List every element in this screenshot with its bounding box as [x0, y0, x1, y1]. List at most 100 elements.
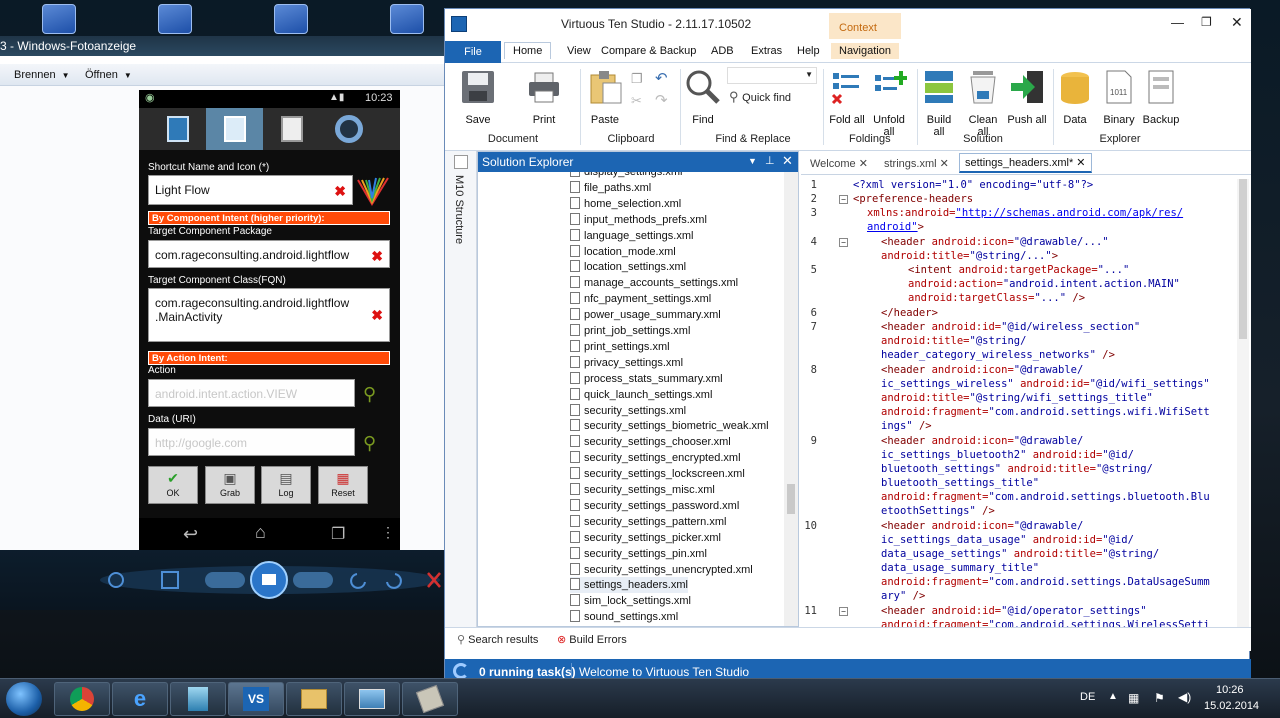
clock-date[interactable]: 15.02.2014: [1204, 700, 1259, 712]
list-item[interactable]: security_settings_biometric_weak.xml: [570, 418, 769, 434]
menu-burn[interactable]: Brennen ▼: [14, 69, 70, 81]
data-button[interactable]: Data: [1055, 69, 1095, 126]
package-input[interactable]: com.rageconsulting.android.lightflow ✖: [148, 240, 390, 268]
ok-button[interactable]: ✔ OK: [148, 466, 198, 504]
taskbar-tool[interactable]: [402, 682, 458, 716]
close-icon[interactable]: ✕: [859, 158, 868, 170]
grab-button[interactable]: ▣ Grab: [205, 466, 255, 504]
tab-settings[interactable]: [320, 108, 377, 150]
list-item[interactable]: language_settings.xml: [570, 228, 693, 244]
taskbar-chrome[interactable]: [54, 682, 110, 716]
search-icon[interactable]: ⚲: [363, 384, 376, 405]
desktop-shortcut-icon[interactable]: [274, 4, 308, 34]
scrollbar-thumb[interactable]: [787, 484, 795, 514]
paste-button[interactable]: Paste: [583, 69, 627, 126]
home-icon[interactable]: ⌂: [255, 522, 266, 543]
menu-open[interactable]: Öffnen ▼: [85, 69, 132, 81]
code-area[interactable]: 1 2 3 4 5 6 7 8 9 10 11 − − − <?xml vers…: [801, 179, 1241, 627]
save-button[interactable]: Save: [455, 69, 501, 126]
close-button[interactable]: ✕: [1231, 14, 1243, 31]
reset-button[interactable]: ▦ Reset: [318, 466, 368, 504]
list-item[interactable]: settings_headers.xml: [570, 577, 688, 594]
search-icon[interactable]: ⚲: [363, 433, 376, 454]
list-item[interactable]: security_settings_encrypted.xml: [570, 450, 741, 466]
list-item[interactable]: security_settings_picker.xml: [570, 530, 721, 546]
back-icon[interactable]: ↩: [183, 524, 198, 545]
app-icon[interactable]: [356, 176, 390, 206]
unfold-all-button[interactable]: Unfold all: [869, 69, 909, 138]
clock-time[interactable]: 10:26: [1216, 684, 1244, 696]
taskbar-ie[interactable]: e: [112, 682, 168, 716]
list-item[interactable]: security_settings_password.xml: [570, 498, 739, 514]
list-item[interactable]: location_settings.xml: [570, 259, 686, 275]
close-icon[interactable]: ✕: [940, 158, 949, 170]
pin-icon[interactable]: ⊥: [765, 154, 775, 167]
desktop-shortcut-icon[interactable]: [158, 4, 192, 34]
list-item[interactable]: security_settings_misc.xml: [570, 482, 715, 498]
tab-activities[interactable]: [149, 108, 206, 150]
list-item[interactable]: sound_settings.xml: [570, 609, 678, 625]
maximize-button[interactable]: ❐: [1201, 15, 1212, 29]
list-item[interactable]: nfc_payment_settings.xml: [570, 291, 711, 307]
taskbar-vts[interactable]: VS: [228, 682, 284, 716]
clean-all-button[interactable]: Clean all: [963, 69, 1003, 138]
language-indicator[interactable]: DE: [1080, 691, 1095, 703]
tab-navigation[interactable]: Navigation: [831, 43, 899, 59]
clear-icon[interactable]: ✖: [371, 248, 383, 265]
list-item[interactable]: quick_launch_settings.xml: [570, 387, 712, 403]
list-item[interactable]: location_mode.xml: [570, 244, 676, 260]
close-icon[interactable]: ✕: [782, 153, 793, 169]
menu-icon[interactable]: ⋮: [381, 524, 395, 541]
clear-icon[interactable]: ✖: [334, 183, 346, 200]
list-item[interactable]: privacy_settings.xml: [570, 355, 683, 371]
list-item[interactable]: print_job_settings.xml: [570, 323, 690, 339]
clear-icon[interactable]: ✖: [371, 307, 383, 324]
fold-toggle[interactable]: −: [839, 195, 848, 204]
start-button[interactable]: [6, 682, 42, 716]
push-all-button[interactable]: Push all: [1005, 69, 1049, 126]
class-input[interactable]: com.rageconsulting.android.lightflow .Mai…: [148, 288, 390, 342]
list-item[interactable]: print_settings.xml: [570, 339, 670, 355]
scrollbar[interactable]: [784, 172, 798, 626]
list-item[interactable]: home_selection.xml: [570, 196, 681, 212]
desktop-shortcut-icon[interactable]: [390, 4, 424, 34]
cut-icon[interactable]: ✂: [631, 93, 642, 109]
flag-icon[interactable]: ⚑: [1154, 691, 1165, 705]
tab-extras[interactable]: Extras: [743, 43, 790, 59]
tab-file[interactable]: File: [445, 41, 501, 63]
binary-button[interactable]: 1011 Binary: [1099, 69, 1139, 126]
volume-icon[interactable]: ◀): [1178, 690, 1191, 704]
tab-settings-headers[interactable]: settings_headers.xml* ✕: [959, 153, 1092, 173]
code-token[interactable]: "http://schemas.android.com/apk/res/: [956, 207, 1184, 219]
list-item[interactable]: process_stats_summary.xml: [570, 371, 723, 387]
taskbar-app[interactable]: [170, 682, 226, 716]
recent-apps-icon[interactable]: ❐: [331, 524, 345, 544]
code-token[interactable]: android": [867, 221, 918, 233]
tab-welcome[interactable]: Welcome ✕: [805, 155, 873, 172]
log-button[interactable]: ▤ Log: [261, 466, 311, 504]
tab-home[interactable]: Home: [504, 42, 552, 59]
taskbar-explorer[interactable]: [286, 682, 342, 716]
tab-adb[interactable]: ADB: [703, 43, 742, 59]
list-item[interactable]: file_paths.xml: [570, 180, 651, 196]
taskbar-photos[interactable]: [344, 682, 400, 716]
editor-scrollbar[interactable]: [1237, 179, 1249, 627]
minimize-button[interactable]: —: [1171, 15, 1184, 30]
tab-strings[interactable]: strings.xml ✕: [879, 155, 954, 172]
tab-compare-backup[interactable]: Compare & Backup: [593, 43, 704, 59]
tab-shortcut[interactable]: [206, 108, 263, 150]
action-input[interactable]: android.intent.action.VIEW: [148, 379, 355, 407]
list-item[interactable]: manage_accounts_settings.xml: [570, 275, 738, 291]
fold-toggle[interactable]: −: [839, 238, 848, 247]
desktop-shortcut-icon[interactable]: [42, 4, 76, 34]
fold-toggle[interactable]: −: [839, 607, 848, 616]
list-item[interactable]: power_usage_summary.xml: [570, 307, 721, 323]
undo-icon[interactable]: ↶: [655, 69, 668, 87]
search-results-tab[interactable]: ⚲ Search results: [457, 633, 538, 646]
list-item[interactable]: security_settings_chooser.xml: [570, 434, 731, 450]
list-item[interactable]: security_settings_pin.xml: [570, 546, 707, 562]
running-tasks[interactable]: 0 running task(s): [479, 665, 576, 679]
list-item[interactable]: security_settings_unencrypted.xml: [570, 562, 753, 578]
build-errors-tab[interactable]: ⊗ Build Errors: [557, 633, 627, 646]
copy-icon[interactable]: ❐: [631, 71, 643, 87]
